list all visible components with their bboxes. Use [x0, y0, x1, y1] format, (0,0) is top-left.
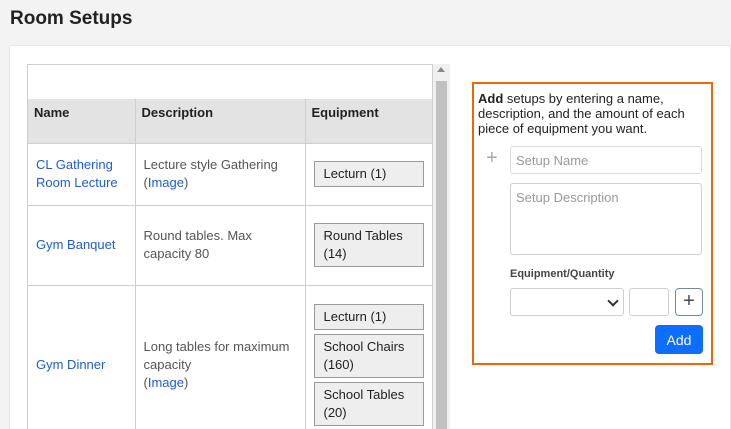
setup-name-link[interactable]: CL Gathering Room Lecture — [36, 157, 118, 190]
equipment-cell: Lecturn (1) School Chairs (160) School T… — [305, 284, 432, 429]
setups-table: Name Description Equipment CL Gathering … — [28, 99, 432, 429]
setups-table-panel: Name Description Equipment CL Gathering … — [27, 64, 433, 429]
description-text: Long tables for maximum capacity — [143, 339, 290, 373]
equipment-cell: Round Tables (14) — [305, 204, 432, 285]
column-header-description: Description — [135, 99, 306, 143]
equipment-item: Lecturn (1) — [313, 304, 424, 331]
equipment-item: Round Tables (14) — [313, 223, 424, 267]
equipment-select[interactable] — [510, 288, 624, 316]
description-cell: Long tables for maximum capacity (Image) — [135, 284, 306, 429]
setup-name-link[interactable]: Gym Dinner — [36, 357, 105, 372]
add-setup-panel: Add setups by entering a name, descripti… — [472, 82, 713, 365]
scroll-up-arrow-icon[interactable] — [437, 67, 445, 72]
description-cell: Round tables. Max capacity 80 — [135, 204, 306, 285]
table-row: CL Gathering Room Lecture Lecture style … — [28, 142, 432, 205]
page-title: Room Setups — [10, 8, 133, 29]
image-link[interactable]: Image — [148, 375, 184, 390]
add-instructions: Add setups by entering a name, descripti… — [478, 91, 708, 136]
description-cell: Lecture style Gathering (Image) — [135, 142, 306, 205]
table-row: Gym Banquet Round tables. Max capacity 8… — [28, 204, 432, 285]
column-header-equipment: Equipment — [305, 99, 432, 143]
name-cell: Gym Banquet — [28, 204, 136, 285]
equipment-cell: Lecturn (1) — [305, 142, 432, 205]
setup-name-input[interactable] — [510, 146, 702, 174]
description-text: Lecture style Gathering — [143, 157, 278, 172]
equipment-item: School Chairs (160) — [313, 334, 424, 379]
table-row: Gym Dinner Long tables for maximum capac… — [28, 284, 432, 429]
equipment-quantity-label: Equipment/Quantity — [510, 268, 615, 280]
equipment-item: School Tables (20) — [313, 382, 424, 427]
name-cell: Gym Dinner — [28, 284, 136, 429]
setup-description-input[interactable] — [510, 183, 702, 255]
description-text: Round tables. Max capacity 80 — [143, 228, 252, 261]
image-link[interactable]: Image — [148, 175, 184, 190]
equipment-item: Lecturn (1) — [313, 161, 424, 187]
add-equipment-button[interactable]: + — [675, 288, 703, 316]
setup-name-link[interactable]: Gym Banquet — [36, 237, 116, 252]
instruction-bold: Add — [478, 91, 504, 106]
table-scrollbar[interactable] — [433, 64, 450, 429]
plus-icon: + — [486, 147, 498, 169]
quantity-input[interactable] — [629, 288, 669, 316]
instruction-text: setups by entering a name, description, … — [478, 91, 685, 136]
name-cell: CL Gathering Room Lecture — [28, 142, 136, 205]
add-setup-button[interactable]: Add — [655, 325, 703, 354]
chevron-down-icon — [607, 295, 619, 307]
scrollbar-thumb[interactable] — [436, 81, 447, 429]
column-header-name: Name — [28, 99, 136, 143]
